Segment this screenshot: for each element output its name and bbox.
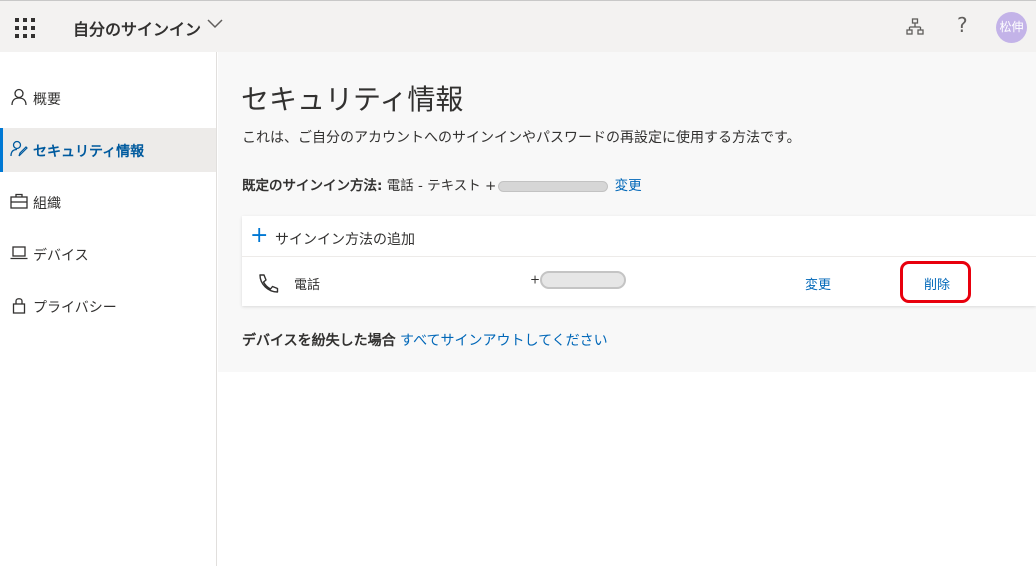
add-method-button[interactable]: + サインイン方法の追加 xyxy=(242,216,1036,257)
method-change-link[interactable]: 変更 xyxy=(805,274,831,293)
laptop-icon xyxy=(10,246,28,260)
sidebar-item-organization[interactable]: 組織 xyxy=(0,180,216,224)
app-title[interactable]: 自分のサインイン xyxy=(73,16,201,40)
sidebar-item-label: デバイス xyxy=(33,248,89,264)
organization-icon[interactable] xyxy=(906,18,924,36)
default-method-label: 既定のサインイン方法: xyxy=(242,178,383,194)
sidebar-item-label: 概要 xyxy=(33,92,61,108)
sidebar-item-privacy[interactable]: プライバシー xyxy=(0,284,216,328)
lock-icon xyxy=(12,298,26,314)
sidebar-item-label: 組織 xyxy=(33,196,61,212)
add-method-label: サインイン方法の追加 xyxy=(275,232,415,248)
plus-icon: + xyxy=(250,223,269,248)
lost-device-label: デバイスを紛失した場合 xyxy=(242,333,396,349)
briefcase-icon xyxy=(10,193,28,209)
phone-prefix: + xyxy=(530,272,541,287)
avatar[interactable]: 松伸 xyxy=(996,12,1027,43)
default-method-value: 電話 - テキスト + xyxy=(386,178,497,194)
sidebar-item-overview[interactable]: 概要 xyxy=(0,76,216,120)
active-indicator xyxy=(0,128,3,172)
sidebar: 概要 セキュリティ情報 組織 デバイス プライバシー xyxy=(0,52,217,566)
sign-out-everywhere-link[interactable]: すべてサインアウトしてください xyxy=(400,333,608,349)
person-icon xyxy=(11,88,27,106)
sidebar-item-label: セキュリティ情報 xyxy=(33,144,145,160)
redacted-phone-number xyxy=(498,180,609,192)
method-name: 電話 xyxy=(294,278,321,293)
redacted-phone-number xyxy=(540,271,627,289)
page-title: セキュリティ情報 xyxy=(241,83,464,116)
page-description: これは、ご自分のアカウントへのサインインやパスワードの再設定に使用する方法です。 xyxy=(242,130,801,146)
sidebar-item-security-info[interactable]: セキュリティ情報 xyxy=(0,128,216,172)
chevron-down-icon[interactable] xyxy=(207,19,223,29)
highlight-annotation xyxy=(900,261,971,303)
app-launcher-icon[interactable] xyxy=(14,17,35,38)
top-bar: 自分のサインイン ? 松伸 xyxy=(0,0,1036,52)
default-method-change-link[interactable]: 変更 xyxy=(615,178,642,194)
phone-icon xyxy=(259,274,279,293)
help-icon[interactable]: ? xyxy=(957,13,968,37)
default-method-row: 既定のサインイン方法: 電話 - テキスト + 変更 xyxy=(242,174,642,194)
sidebar-item-label: プライバシー xyxy=(33,300,117,316)
method-phone-number: + xyxy=(530,271,627,289)
lost-device-row: デバイスを紛失した場合 すべてサインアウトしてください xyxy=(242,330,608,350)
security-info-icon xyxy=(10,140,28,157)
sidebar-item-devices[interactable]: デバイス xyxy=(0,232,216,276)
